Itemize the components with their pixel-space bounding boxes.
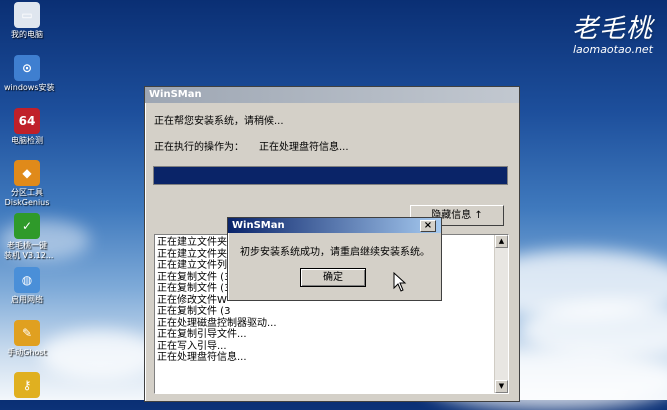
- scroll-down-icon[interactable]: ▼: [495, 380, 508, 393]
- operation-label: 正在执行的操作为：: [154, 142, 244, 153]
- desktop-icon-network[interactable]: ◍ 启用网络: [4, 267, 50, 305]
- desktop-icon-label: windows安装: [4, 83, 55, 92]
- scroll-up-icon[interactable]: ▲: [495, 235, 508, 248]
- operation-value: 正在处理盘符信息...: [259, 142, 349, 153]
- windows-install-icon: ⊙: [14, 55, 40, 81]
- close-icon[interactable]: ×: [420, 220, 436, 232]
- pc-check-icon: 64: [14, 108, 40, 134]
- desktop-icon-one-key-install[interactable]: ✓ 老毛桃一键 装机 V3.12...: [4, 213, 54, 261]
- status-line: 正在帮您安装系统，请稍候...: [154, 116, 284, 127]
- progress-fill: [154, 167, 507, 184]
- desktop-icon-label: 电脑检测: [11, 136, 43, 145]
- desktop-icon-windows-install[interactable]: ⊙ windows安装: [4, 55, 55, 93]
- log-line: 正在写入引导...: [157, 340, 227, 352]
- desktop-icon-label: 我的电脑: [11, 30, 43, 39]
- message-dialog: WinSMan × 初步安装系统成功，请重启继续安装系统。 确定: [227, 217, 442, 301]
- key-icon: ⚷: [14, 372, 40, 398]
- window-title[interactable]: WinSMan: [145, 87, 519, 103]
- brand-logo: 老毛桃 laomaotao.net: [572, 8, 653, 56]
- desktop-icon-diskgenius[interactable]: ◆ 分区工具 DiskGenius: [4, 160, 50, 208]
- ghost-icon: ✎: [14, 320, 40, 346]
- mouse-cursor-icon: [393, 272, 407, 292]
- computer-icon: ▭: [14, 2, 40, 28]
- dialog-message: 初步安装系统成功，请重启继续安装系统。: [240, 247, 430, 258]
- desktop-icon-computer[interactable]: ▭ 我的电脑: [4, 2, 50, 40]
- logo-url: laomaotao.net: [572, 43, 653, 56]
- cloud: [40, 330, 160, 380]
- desktop-icon-label: 手动Ghost: [7, 348, 47, 357]
- log-line: 正在复制引导文件...: [157, 329, 247, 340]
- log-line: 正在复制文件 (3: [157, 306, 231, 317]
- desktop-icon-label: 启用网络: [11, 295, 43, 304]
- log-scrollbar[interactable]: ▲ ▼: [494, 235, 508, 393]
- dialog-title[interactable]: WinSMan: [228, 218, 441, 233]
- desktop-icon-label: 老毛桃一键: [7, 241, 47, 250]
- logo-text: 老毛桃: [571, 14, 653, 44]
- desktop-icon-key[interactable]: ⚷: [4, 372, 50, 400]
- desktop-icon-label-line2: DiskGenius: [4, 198, 50, 207]
- diskgenius-icon: ◆: [14, 160, 40, 186]
- desktop-icon-pc-check[interactable]: 64 电脑检测: [4, 108, 50, 146]
- network-icon: ◍: [14, 267, 40, 293]
- log-line: 正在处理盘符信息...: [157, 352, 247, 363]
- progress-bar: [153, 166, 508, 185]
- ok-button[interactable]: 确定: [300, 268, 366, 287]
- desktop-icon-ghost[interactable]: ✎ 手动Ghost: [4, 320, 50, 358]
- one-key-install-icon: ✓: [14, 213, 40, 239]
- log-line: 正在处理磁盘控制器驱动...: [157, 317, 277, 329]
- desktop-icon-label-line2: 装机 V3.12...: [4, 251, 54, 260]
- desktop-icon-label: 分区工具: [11, 188, 43, 197]
